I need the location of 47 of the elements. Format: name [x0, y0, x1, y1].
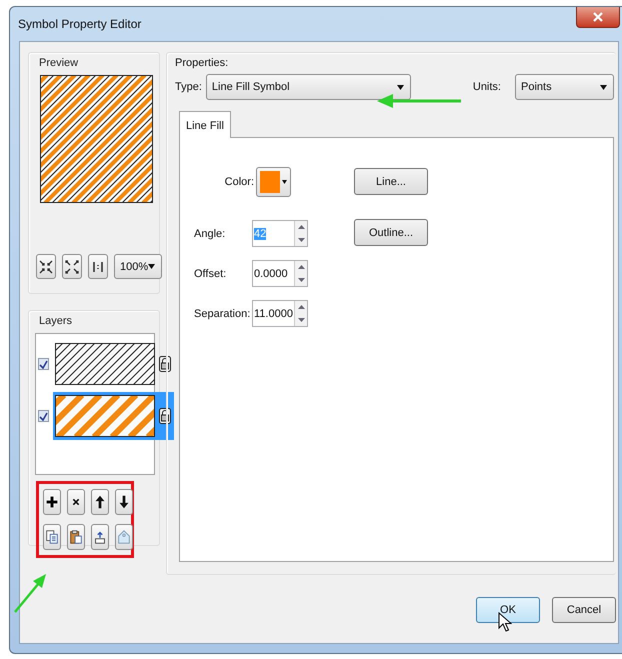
caret-icon [396, 84, 404, 90]
tab[interactable]: Line Fill [179, 111, 231, 138]
toolbar-button[interactable] [91, 489, 109, 515]
caret-icon [148, 264, 156, 269]
window-title: Symbol Property Editor [18, 17, 142, 31]
zoom-in-icon [37, 258, 55, 276]
toolbar-button[interactable] [115, 489, 133, 515]
copy-icon [44, 528, 60, 546]
field-label: Angle: [194, 228, 226, 240]
group-label: Properties: [175, 56, 230, 69]
zoom-button[interactable] [36, 254, 56, 279]
color-picker-button[interactable] [256, 166, 291, 196]
dialog-button[interactable]: Line... [354, 168, 428, 195]
close-icon [593, 12, 603, 22]
field-label: Separation: [194, 308, 252, 320]
dialog-button[interactable]: Outline... [354, 219, 428, 246]
group-label: Preview [38, 56, 80, 69]
ok-button[interactable]: OK [476, 597, 540, 623]
zoom-button[interactable] [62, 254, 82, 279]
layer-item[interactable] [53, 392, 174, 440]
type-dropdown[interactable]: Line Fill Symbol [206, 74, 411, 100]
toolbar-button[interactable] [43, 524, 61, 550]
field-label: Offset: [194, 268, 228, 280]
type-label: Type: [175, 81, 202, 93]
cancel-button[interactable]: Cancel [552, 597, 616, 623]
units-dropdown[interactable]: Points [515, 74, 614, 100]
toolbar-button[interactable] [91, 524, 109, 550]
units-label: Units: [472, 81, 501, 93]
zoom-out-icon [63, 258, 81, 276]
cursor-icon [498, 612, 512, 632]
zoom-button[interactable] [88, 254, 108, 279]
check-icon [39, 412, 48, 420]
toolbar-button[interactable] [67, 524, 85, 550]
layer-checkbox[interactable] [38, 410, 49, 422]
layer-checkbox[interactable] [38, 358, 49, 370]
caret-icon [282, 180, 287, 184]
close-button[interactable] [576, 7, 620, 28]
toolbar-button[interactable] [67, 489, 85, 515]
caret-icon [600, 84, 607, 90]
zoom-dropdown[interactable]: 100% [114, 254, 162, 279]
check-icon [39, 360, 48, 368]
tag-icon [116, 528, 132, 546]
annotation-arrow [13, 573, 47, 613]
paste-icon [68, 528, 84, 546]
field-label: Color: [224, 176, 255, 188]
toolbar-button[interactable] [43, 489, 61, 515]
group-label: Layers [38, 314, 74, 327]
